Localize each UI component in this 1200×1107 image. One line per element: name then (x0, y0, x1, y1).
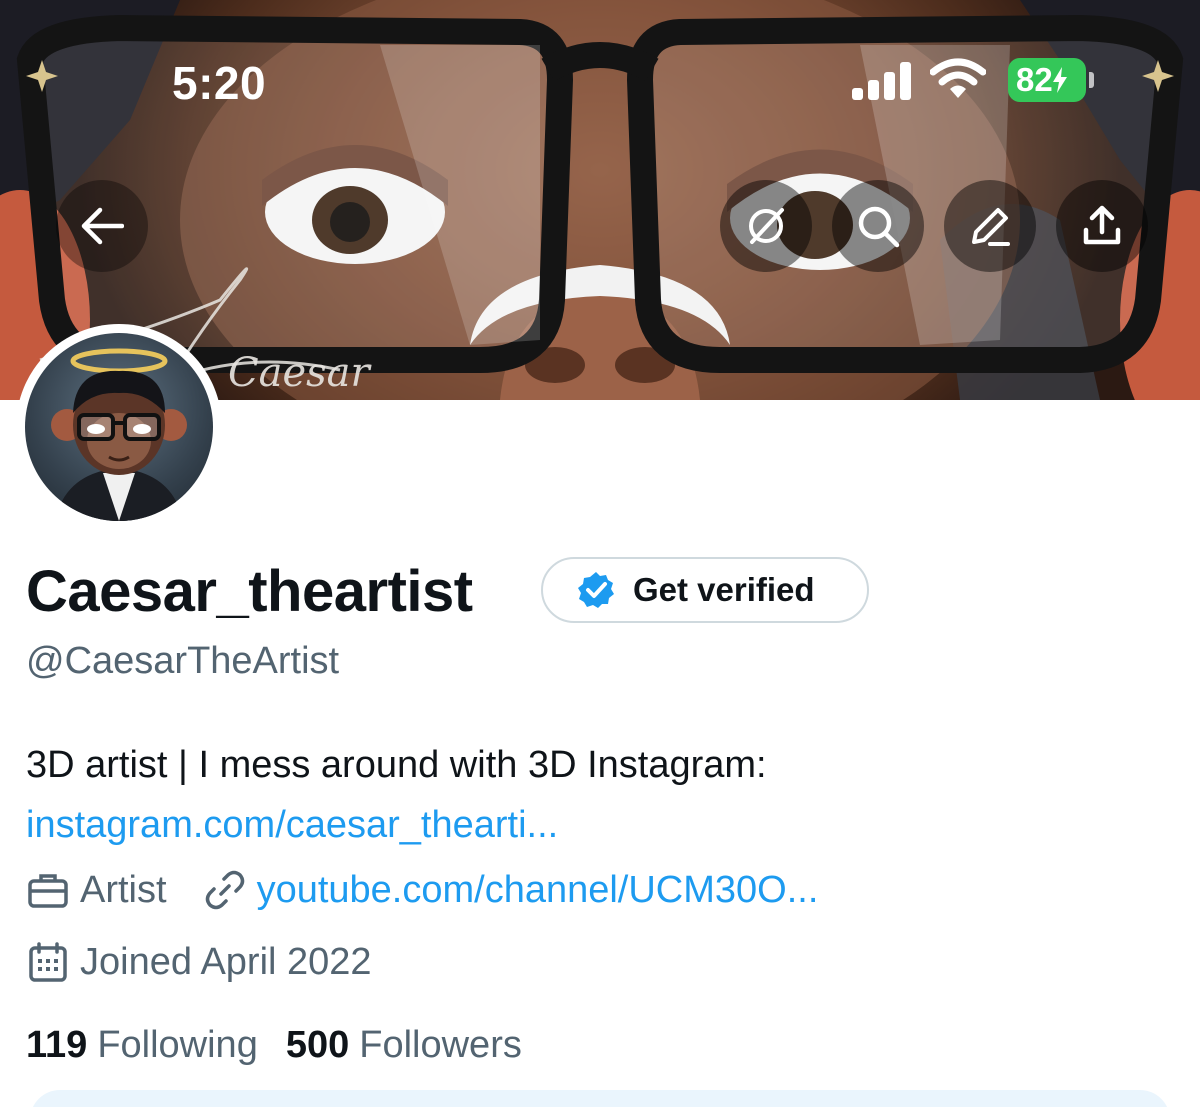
following-label: Following (97, 1024, 258, 1066)
joined-row: Joined April 2022 (26, 940, 372, 984)
bottom-card (30, 1090, 1170, 1107)
verified-badge-icon (578, 572, 614, 608)
pencil-icon (972, 208, 1010, 246)
cellular-signal-icon (852, 62, 912, 100)
follow-stats: 119 Following 500 Followers (26, 1024, 550, 1067)
charging-bolt-icon (1052, 67, 1067, 93)
briefcase-icon (28, 874, 68, 908)
back-button[interactable] (56, 180, 148, 272)
grok-button[interactable] (720, 180, 812, 272)
followers-label: Followers (359, 1024, 522, 1066)
followers-count: 500 (285, 1024, 350, 1066)
battery-indicator: 82 (1008, 58, 1094, 102)
profile-banner[interactable]: Caesar 5:20 82 (0, 0, 1200, 400)
following-count: 119 (26, 1024, 88, 1066)
edit-button[interactable] (944, 180, 1036, 272)
followers-link[interactable]: 500 Followers (286, 1024, 522, 1067)
profile-meta-row: Artist youtube.com/channel/UCM30O... (26, 868, 818, 912)
arrow-left-icon (81, 207, 124, 245)
bio-text: 3D artist | I mess around with 3D Instag… (26, 744, 767, 786)
search-icon (858, 206, 900, 248)
link-icon (205, 870, 244, 910)
wifi-icon (930, 58, 986, 98)
joined-date: Joined April 2022 (80, 940, 372, 983)
website-link[interactable]: youtube.com/channel/UCM30O... (257, 869, 819, 912)
calendar-icon (29, 942, 67, 982)
status-time: 5:20 (172, 57, 267, 109)
user-handle: @CaesarTheArtist (26, 640, 340, 682)
banner-signature: Caesar (228, 350, 373, 396)
battery-level: 82 (1016, 61, 1053, 98)
following-link[interactable]: 119 Following (26, 1024, 258, 1067)
grok-icon (749, 208, 784, 244)
display-name: Caesar_theartist (26, 559, 473, 624)
search-button[interactable] (832, 180, 924, 272)
get-verified-button[interactable]: Get verified (541, 557, 869, 623)
get-verified-label: Get verified (633, 571, 815, 608)
profile-avatar[interactable] (16, 324, 222, 530)
share-icon (1083, 205, 1121, 245)
bio-instagram-link[interactable]: instagram.com/caesar_thearti... (26, 795, 1146, 855)
avatar-image (51, 348, 187, 521)
profile-bio: 3D artist | I mess around with 3D Instag… (26, 735, 1146, 855)
profile-category: Artist (80, 868, 167, 911)
star-icon (26, 60, 58, 92)
star-icon (1142, 60, 1174, 92)
share-button[interactable] (1056, 180, 1148, 272)
